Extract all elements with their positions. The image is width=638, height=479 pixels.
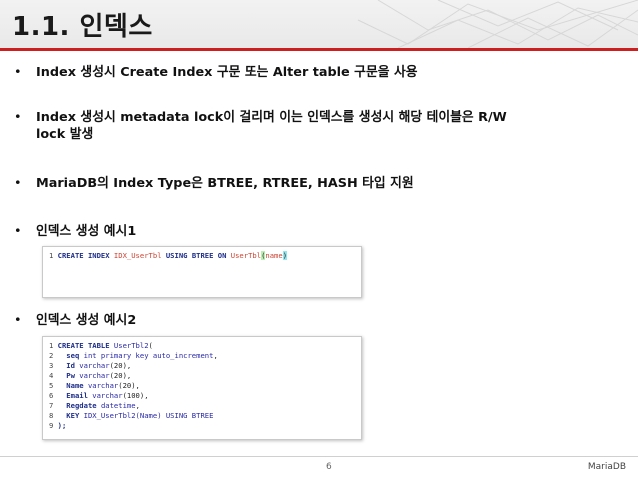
code-token: Name: [57, 381, 88, 390]
code-token: IDX_UserTbl2(Name) USING BTREE: [83, 411, 214, 420]
bullet-item: • 인덱스 생성 예시1: [14, 223, 614, 240]
column-name: name: [265, 251, 283, 260]
code-token: varchar: [92, 391, 123, 400]
sql-keyword: CREATE INDEX: [57, 251, 110, 260]
code-token: datetime: [100, 401, 136, 410]
code-token: CREATE TABLE: [57, 341, 114, 350]
code-token: ,: [213, 351, 218, 360]
bullet-marker: •: [14, 65, 22, 80]
bullet-item: • MariaDB의 Index Type은 BTREE, RTREE, HAS…: [14, 175, 614, 192]
code-token: KEY: [57, 411, 84, 420]
code-line: 4 Pw varchar(20),: [49, 371, 355, 381]
slide-header: 1.1. 인덱스: [0, 0, 638, 48]
bullet-item: • Index 생성시 Create Index 구문 또는 Alter tab…: [14, 64, 614, 81]
code-token: Regdate: [57, 401, 101, 410]
code-token: seq: [57, 351, 84, 360]
code-line: 2 seq int primary key auto_increment,: [49, 351, 355, 361]
bullet-text: 인덱스 생성 예시2: [36, 313, 137, 328]
code-token: (100),: [122, 391, 149, 400]
code-token: (: [148, 341, 153, 350]
code-token: Id: [57, 361, 80, 370]
index-name: IDX_UserTbl: [113, 251, 162, 260]
footer-divider: [0, 456, 638, 457]
line-number: 1: [49, 251, 54, 260]
sql-keyword: USING BTREE ON: [165, 251, 227, 260]
bullet-text: 인덱스 생성 예시1: [36, 224, 137, 239]
bullet-text: MariaDB의 Index Type은 BTREE, RTREE, HASH …: [36, 176, 414, 191]
code-token: varchar: [87, 381, 119, 390]
code-line: 5 Name varchar(20),: [49, 381, 355, 391]
code-token: Pw: [57, 371, 80, 380]
page-number: 6: [326, 462, 332, 472]
code-line: 1 CREATE TABLE UserTbl2(: [49, 341, 355, 351]
bullet-marker: •: [14, 110, 22, 125]
code-token: Email: [57, 391, 93, 400]
footer-brand: MariaDB: [587, 462, 626, 472]
code-token: UserTbl2: [113, 341, 149, 350]
bullet-marker: •: [14, 224, 22, 239]
code-token: varchar: [79, 361, 110, 370]
code-token: ,: [135, 401, 140, 410]
code-token: (20),: [109, 371, 132, 380]
header-divider: [0, 48, 638, 51]
code-token: (20),: [109, 361, 132, 370]
code-line: 3 Id varchar(20),: [49, 361, 355, 371]
paren-close: ): [282, 251, 288, 260]
table-name: UserTbl: [230, 251, 262, 260]
bullet-item: • Index 생성시 metadata lock이 걸리며 이는 인덱스를 생…: [14, 109, 524, 143]
bullet-marker: •: [14, 176, 22, 191]
code-token: int primary key auto_increment: [83, 351, 214, 360]
header-decoration: [357, 0, 638, 48]
code-token: (20),: [118, 381, 140, 390]
code-example-2: 1 CREATE TABLE UserTbl2(2 seq int primar…: [42, 336, 362, 440]
code-token: varchar: [79, 371, 110, 380]
code-line: 7 Regdate datetime,: [49, 401, 355, 411]
slide-title: 1.1. 인덱스: [12, 12, 153, 42]
code-line: 1 CREATE INDEX IDX_UserTbl USING BTREE O…: [49, 251, 355, 261]
code-line: 9 );: [49, 421, 355, 431]
code-line: 6 Email varchar(100),: [49, 391, 355, 401]
bullet-marker: •: [14, 313, 22, 328]
code-example-1: 1 CREATE INDEX IDX_UserTbl USING BTREE O…: [42, 246, 362, 298]
bullet-text: Index 생성시 metadata lock이 걸리며 이는 인덱스를 생성시…: [36, 110, 507, 142]
bullet-text: Index 생성시 Create Index 구문 또는 Alter table…: [36, 65, 418, 80]
bullet-item: • 인덱스 생성 예시2: [14, 312, 614, 329]
code-line: 8 KEY IDX_UserTbl2(Name) USING BTREE: [49, 411, 355, 421]
code-token: );: [57, 421, 67, 430]
